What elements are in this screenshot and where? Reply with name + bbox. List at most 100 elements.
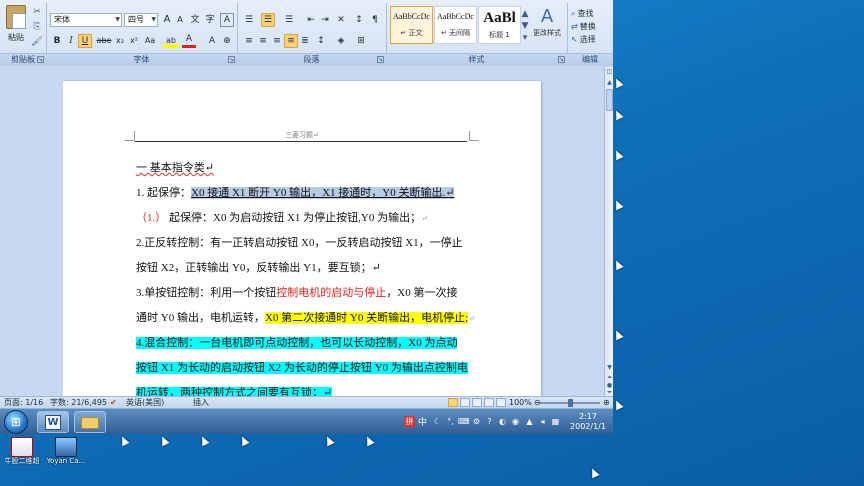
zoom-slider-knob[interactable] — [568, 399, 573, 407]
font-size-combo[interactable]: 四号 ▼ — [124, 13, 158, 27]
style-no-spacing-tile[interactable]: AaBbCcDc ↵ 无间隔 — [434, 6, 477, 44]
change-case-button[interactable]: Aa — [142, 34, 158, 48]
phonetic-guide-icon[interactable]: 文 — [188, 13, 202, 27]
zoom-in-icon[interactable]: ⊕ — [603, 397, 610, 408]
find-button[interactable]: ⌕ 查找 — [571, 8, 593, 20]
align-center-icon[interactable]: ≡ — [256, 34, 270, 48]
doc-line-8: 4.混合控制：一台电机即可点动控制，也可以长动控制，X0 为点动 — [136, 335, 458, 351]
language[interactable]: 英语(美国) — [126, 397, 164, 408]
replace-icon: ⇄ — [571, 22, 578, 31]
network-icon[interactable]: ▦ — [550, 416, 561, 427]
multilevel-list-icon[interactable]: ☰ — [282, 13, 296, 27]
show-marks-icon[interactable]: ¶ — [368, 13, 382, 27]
insert-mode[interactable]: 插入 — [193, 397, 209, 408]
clear-format-button[interactable]: A — [220, 13, 234, 27]
ime-mode[interactable]: 中 — [418, 415, 427, 428]
highlight-button[interactable]: ab — [163, 34, 179, 48]
replace-button[interactable]: ⇄ 替换 — [571, 21, 596, 33]
vertical-scrollbar[interactable]: ◫ ▲ ▼ ⏶ ● ⏷ — [604, 67, 613, 396]
desktop-icon[interactable]: 牛股二维超 — [0, 437, 44, 466]
bold-button[interactable]: B — [50, 34, 64, 48]
tray-app-icon[interactable]: ◐ — [497, 416, 508, 427]
web-layout-view-icon[interactable] — [472, 398, 482, 407]
cursor-artifact — [612, 108, 624, 121]
subscript-button[interactable]: x₂ — [113, 34, 127, 48]
shrink-font-button[interactable]: A — [173, 13, 187, 27]
justify-icon[interactable]: ≡ — [284, 34, 298, 48]
keyboard-icon[interactable]: ⌨ — [458, 416, 470, 427]
dialog-launcher-icon[interactable]: ↘ — [37, 56, 44, 63]
cut-icon[interactable]: ✂ — [30, 6, 44, 19]
sort-icon[interactable]: ↕ — [352, 13, 366, 27]
bullets-icon[interactable]: ☰ — [242, 13, 256, 27]
document-area[interactable]: 三菱习题↵ 一 基本指令类↵ 1. 起保停：X0 接通 X1 断开 Y0 输出，… — [0, 67, 604, 401]
help-icon[interactable]: ? — [484, 416, 495, 427]
font-color-button[interactable]: A — [182, 34, 196, 48]
align-right-icon[interactable]: ≡ — [270, 34, 284, 48]
draft-view-icon[interactable] — [496, 398, 506, 407]
selected-text: X0 接通 X1 断开 Y0 输出，X1 接通时，Y0 关断输出.↵ — [191, 187, 455, 199]
scroll-down-icon[interactable]: ▼ — [605, 363, 613, 372]
page-count[interactable]: 页面: 1/16 — [4, 397, 43, 408]
select-button[interactable]: ↖ 选择 — [571, 34, 596, 46]
dialog-launcher-icon[interactable]: ↘ — [228, 56, 235, 63]
taskbar-explorer-button[interactable] — [74, 411, 106, 433]
desktop-icon-label: Yoyan Ca... — [46, 457, 86, 465]
dialog-launcher-icon[interactable]: ↘ — [558, 56, 565, 63]
volume-icon[interactable]: ◂ — [537, 416, 548, 427]
distribute-icon[interactable]: ≣ — [298, 34, 312, 48]
ime-logo-icon[interactable]: 拼 — [404, 416, 415, 427]
zoom-level[interactable]: 100% — [509, 397, 532, 408]
document-page[interactable]: 三菱习题↵ 一 基本指令类↵ 1. 起保停：X0 接通 X1 断开 Y0 输出，… — [63, 81, 541, 401]
outline-view-icon[interactable] — [484, 398, 494, 407]
tray-app-icon[interactable]: ◉ — [510, 416, 521, 427]
paste-icon — [6, 5, 26, 29]
full-screen-view-icon[interactable] — [460, 398, 470, 407]
dialog-launcher-icon[interactable]: ↘ — [377, 56, 384, 63]
decrease-indent-icon[interactable]: ⇤ — [304, 13, 318, 27]
gallery-more-icon[interactable]: ▾ — [521, 32, 529, 45]
font-name-combo[interactable]: 宋体 ▼ — [50, 13, 122, 27]
desktop-icon[interactable]: Yoyan Ca... — [44, 437, 88, 466]
cursor-artifact — [158, 434, 170, 447]
start-button[interactable]: ⊞ — [4, 410, 28, 434]
increase-indent-icon[interactable]: ⇥ — [318, 13, 332, 27]
underline-button[interactable]: U — [78, 34, 92, 48]
scroll-thumb[interactable] — [606, 89, 613, 111]
superscript-button[interactable]: x² — [127, 34, 141, 48]
style-heading1-tile[interactable]: AaBl 标题 1 — [478, 6, 521, 44]
show-hidden-icons[interactable]: ▲ — [524, 416, 535, 427]
align-left-icon[interactable]: ≡ — [242, 34, 256, 48]
word-count[interactable]: 字数: 21/6,495 — [50, 397, 107, 408]
char-shading-icon[interactable]: A — [205, 34, 219, 48]
settings-icon[interactable]: ⚙ — [471, 416, 482, 427]
strikethrough-button[interactable]: abe — [96, 34, 112, 48]
chevron-down-icon: ▼ — [151, 16, 156, 23]
ruler-toggle-icon[interactable]: ◫ — [605, 67, 613, 76]
taskbar-word-button[interactable]: W — [37, 411, 69, 433]
grow-font-button[interactable]: A — [160, 13, 174, 27]
moon-icon[interactable]: ☾ — [432, 416, 443, 427]
enclosed-char-icon[interactable]: ⊕ — [220, 34, 234, 48]
line-spacing-icon[interactable]: ↕ — [314, 34, 328, 48]
print-layout-view-icon[interactable] — [448, 398, 458, 407]
format-painter-icon[interactable]: 🖌 — [30, 36, 44, 49]
zoom-slider[interactable] — [540, 399, 600, 407]
chinese-layout-icon[interactable]: ✕ — [334, 13, 348, 27]
punctuation-icon[interactable]: °, — [445, 416, 456, 427]
style-normal-tile[interactable]: AaBbCcDc ↵ 正文 — [390, 6, 433, 44]
cursor-artifact — [612, 198, 624, 211]
proofing-icon[interactable]: ✔ — [110, 397, 117, 408]
paste-button[interactable]: 粘贴 — [3, 5, 29, 50]
change-styles-label: 更改样式 — [533, 29, 561, 37]
group-label-row: 剪贴板 ↘ 字体 ↘ 段落 ↘ 样式 ↘ 编辑 — [0, 53, 613, 66]
italic-button[interactable]: I — [64, 34, 78, 48]
numbering-icon[interactable]: ☰ — [261, 13, 275, 27]
folder-icon — [81, 417, 99, 429]
change-styles-button[interactable]: A 更改样式 — [531, 6, 563, 38]
borders-icon[interactable]: ⊞ — [354, 34, 368, 48]
enclose-char-icon[interactable]: 字 — [203, 13, 217, 27]
clock[interactable]: 2:17 2002/1/1 — [566, 412, 610, 432]
copy-icon[interactable]: ⎘ — [30, 21, 44, 34]
shading-icon[interactable]: ◈ — [334, 34, 348, 48]
